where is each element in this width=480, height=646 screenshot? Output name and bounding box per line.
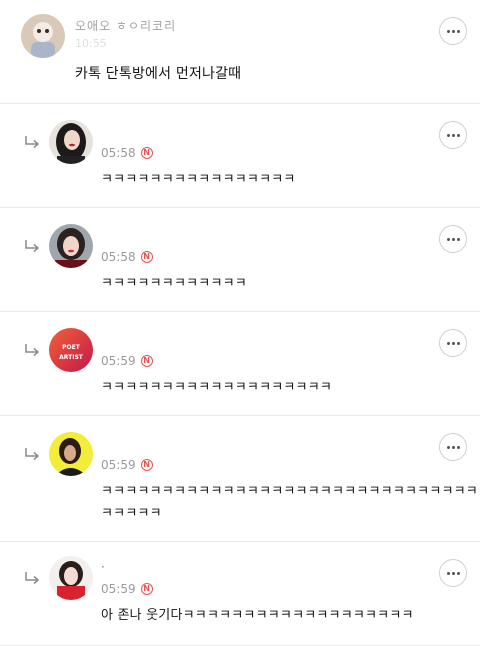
timestamp: 10:55 bbox=[75, 37, 107, 50]
more-button[interactable] bbox=[439, 329, 467, 357]
avatar[interactable] bbox=[49, 224, 93, 268]
more-horizontal-icon bbox=[446, 341, 460, 345]
more-horizontal-icon bbox=[446, 571, 460, 575]
new-badge-icon: N bbox=[140, 251, 153, 263]
avatar[interactable] bbox=[49, 556, 93, 600]
avatar[interactable] bbox=[49, 120, 93, 164]
reply-text-line-2: ㅋㅋㅋㅋㅋ bbox=[101, 506, 162, 521]
reply-text: 아 존나 웃기다ㅋㅋㅋㅋㅋㅋㅋㅋㅋㅋㅋㅋㅋㅋㅋㅋㅋㅋㅋ bbox=[101, 608, 414, 623]
avatar-image bbox=[49, 224, 93, 268]
reply-meta: 05:59 N bbox=[101, 582, 153, 596]
avatar-text-poet: POET bbox=[62, 344, 81, 351]
reply-text: ㅋㅋㅋㅋㅋㅋㅋㅋㅋㅋㅋㅋㅋㅋㅋㅋ bbox=[101, 172, 296, 187]
more-button[interactable] bbox=[439, 121, 467, 149]
new-badge-icon: N bbox=[140, 355, 153, 367]
more-button[interactable] bbox=[439, 17, 467, 45]
avatar-image: POET ARTIST bbox=[49, 328, 93, 372]
avatar[interactable] bbox=[49, 432, 93, 476]
more-horizontal-icon bbox=[446, 133, 460, 137]
comment-root: 오애오 ㅎㅇ리코리 10:55 카톡 단톡방에서 먼저나갈때 bbox=[0, 0, 480, 104]
reply-text: ㅋㅋㅋㅋㅋㅋㅋㅋㅋㅋㅋㅋ bbox=[101, 276, 247, 291]
timestamp: 05:59 bbox=[101, 582, 136, 596]
avatar[interactable] bbox=[21, 14, 65, 58]
avatar-image bbox=[49, 556, 93, 600]
more-horizontal-icon bbox=[446, 237, 460, 241]
reply-text-line-1: ㅋㅋㅋㅋㅋㅋㅋㅋㅋㅋㅋㅋㅋㅋㅋㅋㅋㅋㅋㅋㅋㅋㅋㅋㅋㅋㅋㅋㅋㅋㅋ bbox=[101, 484, 478, 499]
reply-arrow-icon bbox=[25, 344, 40, 357]
reply-item: 05:59 N ㅋㅋㅋㅋㅋㅋㅋㅋㅋㅋㅋㅋㅋㅋㅋㅋㅋㅋㅋㅋㅋㅋㅋㅋㅋㅋㅋㅋㅋㅋㅋ … bbox=[0, 416, 480, 542]
avatar[interactable]: POET ARTIST bbox=[49, 328, 93, 372]
reply-meta: 05:59 N bbox=[101, 458, 153, 472]
new-badge-icon: N bbox=[140, 147, 153, 159]
timestamp: 05:59 bbox=[101, 354, 136, 368]
reply-text: ㅋㅋㅋㅋㅋㅋㅋㅋㅋㅋㅋㅋㅋㅋㅋㅋㅋㅋㅋ bbox=[101, 380, 333, 395]
reply-arrow-icon bbox=[25, 448, 40, 461]
reply-arrow-icon bbox=[25, 240, 40, 253]
reply-arrow-icon bbox=[25, 572, 40, 585]
more-button[interactable] bbox=[439, 433, 467, 461]
timestamp: 05:58 bbox=[101, 250, 136, 264]
author-name[interactable]: · bbox=[101, 560, 106, 574]
avatar-image bbox=[21, 14, 65, 58]
timestamp: 05:59 bbox=[101, 458, 136, 472]
avatar-text-artist: ARTIST bbox=[59, 354, 84, 361]
more-horizontal-icon bbox=[446, 445, 460, 449]
comment-text: 카톡 단톡방에서 먼저나갈때 bbox=[75, 66, 242, 82]
avatar-image bbox=[49, 120, 93, 164]
reply-meta: 05:58 N bbox=[101, 250, 153, 264]
new-badge-icon: N bbox=[140, 459, 153, 471]
new-badge-icon: N bbox=[140, 583, 153, 595]
reply-item: 05:58 N ㅋㅋㅋㅋㅋㅋㅋㅋㅋㅋㅋㅋㅋㅋㅋㅋ bbox=[0, 104, 480, 208]
avatar-image bbox=[49, 432, 93, 476]
reply-arrow-icon bbox=[25, 136, 40, 149]
reply-meta: 05:59 N bbox=[101, 354, 153, 368]
reply-item: POET ARTIST 05:59 N ㅋㅋㅋㅋㅋㅋㅋㅋㅋㅋㅋㅋㅋㅋㅋㅋㅋㅋㅋ bbox=[0, 312, 480, 416]
reply-item: 05:58 N ㅋㅋㅋㅋㅋㅋㅋㅋㅋㅋㅋㅋ bbox=[0, 208, 480, 312]
more-button[interactable] bbox=[439, 559, 467, 587]
more-button[interactable] bbox=[439, 225, 467, 253]
more-horizontal-icon bbox=[446, 29, 460, 33]
author-name[interactable]: 오애오 ㅎㅇ리코리 bbox=[75, 17, 176, 34]
reply-meta: 05:58 N bbox=[101, 146, 153, 160]
timestamp: 05:58 bbox=[101, 146, 136, 160]
reply-item: · 05:59 N 아 존나 웃기다ㅋㅋㅋㅋㅋㅋㅋㅋㅋㅋㅋㅋㅋㅋㅋㅋㅋㅋㅋ bbox=[0, 542, 480, 646]
